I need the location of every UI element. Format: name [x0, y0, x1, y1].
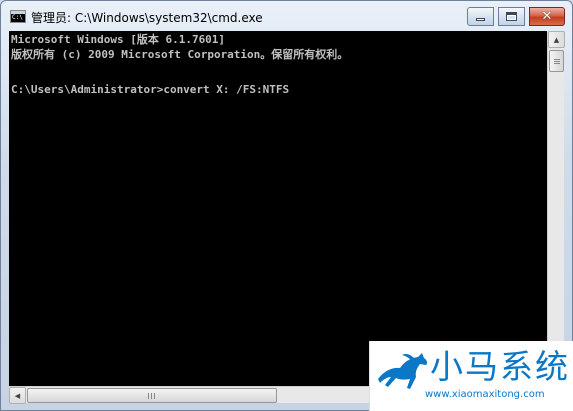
watermark-brand: 小马系统: [430, 347, 570, 386]
vertical-scroll-thumb[interactable]: [549, 50, 564, 72]
console-line-command: C:\Users\Administrator>convert X: /FS:NT…: [11, 83, 290, 96]
maximize-button[interactable]: [498, 7, 525, 26]
arrow-up-icon: ▲: [553, 35, 560, 44]
maximize-icon: [506, 12, 517, 21]
watermark-overlay: 小马系统 www.xiaomaxitong.com: [369, 341, 573, 411]
title-bar[interactable]: C:\ 管理员: C:\Windows\system32\cmd.exe ✕: [1, 1, 572, 31]
scroll-left-button[interactable]: ◀: [9, 387, 26, 404]
close-button[interactable]: ✕: [529, 7, 565, 26]
cmd-icon[interactable]: C:\: [10, 10, 26, 23]
console-output[interactable]: Microsoft Windows [版本 6.1.7601] 版权所有 (c)…: [9, 31, 547, 386]
scroll-up-button[interactable]: ▲: [548, 31, 565, 48]
horizontal-scroll-thumb[interactable]: [27, 388, 277, 403]
horse-logo-icon: [378, 353, 428, 389]
console-line-version: Microsoft Windows [版本 6.1.7601]: [11, 33, 226, 46]
close-icon: ✕: [541, 9, 553, 24]
cmd-window: C:\ 管理员: C:\Windows\system32\cmd.exe ✕ M…: [0, 0, 573, 411]
minimize-icon: [476, 18, 485, 21]
console-line-copyright: 版权所有 (c) 2009 Microsoft Corporation。保留所有…: [11, 48, 349, 61]
vertical-scrollbar[interactable]: ▲ ▼: [547, 31, 565, 386]
arrow-left-icon: ◀: [14, 391, 21, 400]
window-title: 管理员: C:\Windows\system32\cmd.exe: [31, 11, 263, 25]
watermark-url: www.xiaomaxitong.com: [425, 389, 545, 400]
minimize-button[interactable]: [467, 7, 494, 26]
